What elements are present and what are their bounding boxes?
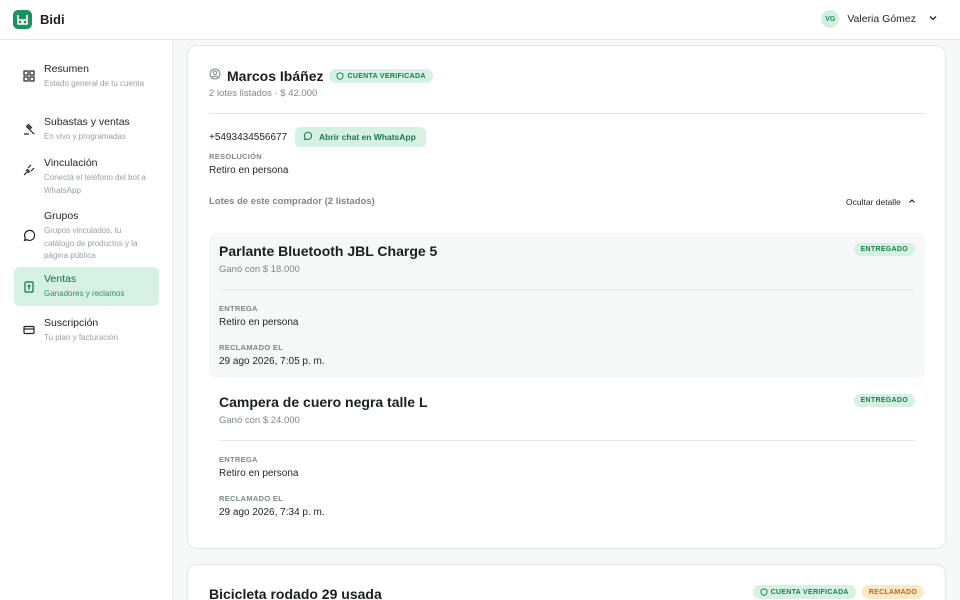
lot-winning-bid: Ganó con $ 18.000 [219,264,300,275]
claimed-value: 29 ago 2026, 7:05 p. m. [219,356,325,367]
chevron-up-icon [907,196,917,208]
sidebar-item-label: Ventas [44,273,77,285]
buyer-card: Marcos Ibáñez CUENTA VERIFICADA 2 lotes … [187,45,946,549]
buyer-header: Marcos Ibáñez CUENTA VERIFICADA [209,67,433,85]
sidebar-item-label: Suscripción [44,317,99,329]
resolution-label: RESOLUCIÓN [209,152,263,161]
verified-badge: CUENTA VERIFICADA [329,69,433,83]
sidebar-item-resumen[interactable]: Resumen Estado general de tu cuenta [14,57,159,95]
sidebar-item-label: Grupos [44,210,79,222]
hide-detail-label: Ocultar detalle [846,197,901,207]
app-name: Bidi [40,12,65,27]
sidebar-item-suscripcion[interactable]: Suscripción Tu plan y facturación [14,311,159,349]
sidebar-item-grupos[interactable]: Grupos Grupos vinculados, tu catálogo de… [14,204,159,267]
avatar: VG [821,10,840,28]
lot-winning-bid: Ganó con $ 24.000 [219,415,300,426]
resolution-value: Retiro en persona [209,165,289,176]
delivery-label: ENTREGA [219,455,258,464]
bidi-logo-icon [13,10,32,29]
buyer-name: Marcos Ibáñez [227,68,324,84]
chevron-down-icon [928,10,938,28]
sidebar-item-description: Ganadores y reclamos [44,289,125,298]
delivery-label: ENTREGA [219,304,258,313]
sidebar-item-description: Estado general de tu cuenta [44,79,145,88]
verified-badge-label: CUENTA VERIFICADA [347,72,426,80]
status-badge: ENTREGADO [853,243,915,256]
sidebar-item-label: Vinculación [44,157,98,169]
sale-badges: CUENTA VERIFICADA RECLAMADO [752,585,924,599]
claimed-label: RECLAMADO EL [219,494,284,503]
sidebar-item-description: Conectá el teléfono del bot a WhatsApp [44,173,146,195]
sidebar-item-label: Subastas y ventas [44,116,130,128]
sidebar: Resumen Estado general de tu cuenta Suba… [0,40,173,600]
lot-title: Campera de cuero negra talle L [219,394,428,410]
delivery-value: Retiro en persona [219,468,299,479]
sidebar-item-description: En vivo y programadas [44,132,126,141]
user-circle-icon [209,67,221,85]
sidebar-item-ventas[interactable]: Ventas Ganadores y reclamos [14,267,159,306]
lot-card: Parlante Bluetooth JBL Charge 5 Ganó con… [209,233,925,378]
verified-badge: CUENTA VERIFICADA [752,585,856,599]
open-whatsapp-button[interactable]: Abrir chat en WhatsApp [295,127,426,147]
user-name: Valeria Gómez [847,13,916,25]
whatsapp-icon [303,131,313,143]
shield-icon [337,72,344,80]
whatsapp-icon [22,229,36,243]
hide-detail-toggle[interactable]: Ocultar detalle [846,196,917,208]
sidebar-item-subastas[interactable]: Subastas y ventas En vivo y programadas [14,110,159,148]
divider [219,289,915,290]
claimed-label: RECLAMADO EL [219,343,284,352]
sidebar-item-description: Grupos vinculados, tu catálogo de produc… [44,226,138,260]
lots-section-label: Lotes de este comprador (2 listados) [209,196,375,207]
plug-icon [22,163,36,177]
divider [209,113,925,114]
sale-card[interactable]: Bicicleta rodado 29 usada CUENTA VERIFIC… [187,564,946,600]
receipt-icon [22,280,36,294]
user-menu[interactable]: VG Valeria Gómez [821,10,938,28]
sidebar-item-label: Resumen [44,63,89,75]
claimed-value: 29 ago 2026, 7:34 p. m. [219,507,325,518]
gavel-icon [22,122,36,136]
delivery-value: Retiro en persona [219,317,299,328]
verified-badge-label: CUENTA VERIFICADA [770,588,849,596]
dashboard-icon [22,69,36,83]
divider [219,440,915,441]
sidebar-item-vinculacion[interactable]: Vinculación Conectá el teléfono del bot … [14,151,159,201]
sale-title: Bicicleta rodado 29 usada [209,586,382,600]
shield-icon [760,588,768,596]
open-whatsapp-label: Abrir chat en WhatsApp [319,132,416,142]
buyer-summary: 2 lotes listados · $ 42.000 [209,88,318,99]
lot-title: Parlante Bluetooth JBL Charge 5 [219,243,438,259]
top-bar: Bidi VG Valeria Gómez [0,0,960,40]
lot-card: Campera de cuero negra talle L Ganó con … [209,384,925,529]
sidebar-item-description: Tu plan y facturación [44,333,118,342]
credit-card-icon [22,323,36,337]
status-badge: ENTREGADO [853,394,915,407]
status-badge: RECLAMADO [861,585,924,599]
buyer-phone: +5493434556677 [209,132,288,143]
brand[interactable]: Bidi [13,10,65,29]
